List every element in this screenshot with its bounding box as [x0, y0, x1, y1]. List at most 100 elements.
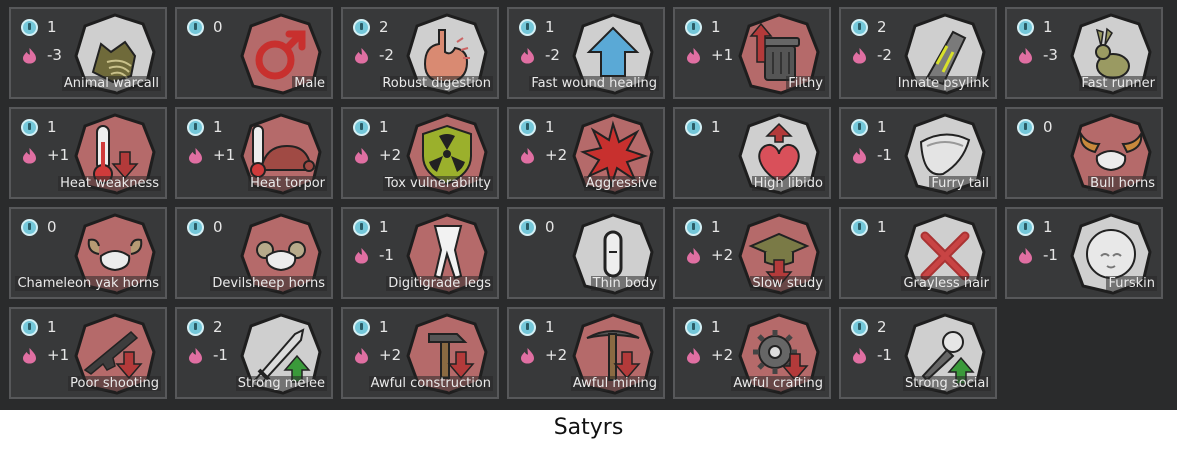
metabolism-flame-icon	[521, 47, 534, 63]
gene-tile[interactable]: 2 -1 Strong melee	[175, 307, 333, 399]
metabolism-flame-icon	[521, 347, 534, 363]
complexity-row: 0	[21, 217, 57, 237]
metabolism-flame-icon	[853, 47, 866, 63]
gene-name-text: Heat weakness	[58, 176, 161, 191]
gene-tile[interactable]: 1 +2 Aggressive	[507, 107, 665, 199]
complexity-icon	[187, 318, 204, 336]
complexity-row: 1	[685, 217, 721, 237]
gene-name: Fast wound healing	[509, 75, 659, 93]
gene-name: Tox vulnerability	[343, 175, 493, 193]
metabolism-row: -3	[21, 45, 62, 65]
gene-name: Innate psylink	[841, 75, 991, 93]
metabolism-flame-icon	[687, 247, 700, 263]
gene-name-text: Awful construction	[368, 376, 493, 391]
metabolism-flame-icon	[355, 347, 368, 363]
metabolism-row: -3	[1017, 45, 1058, 65]
gene-name-text: Robust digestion	[380, 76, 493, 91]
gene-tile[interactable]: 0 Devilsheep horns	[175, 207, 333, 299]
complexity-icon	[851, 218, 868, 236]
gene-tile[interactable]: 1 -3 Animal warcall	[9, 7, 167, 99]
complexity-value: 1	[545, 118, 555, 136]
gene-tile[interactable]: 1 -1 Digitigrade legs	[341, 207, 499, 299]
gene-name: Devilsheep horns	[177, 275, 327, 293]
complexity-row: 1	[21, 317, 57, 337]
gene-tile[interactable]: 1 +2 Awful construction	[341, 307, 499, 399]
metabolism-flame-icon	[1019, 247, 1032, 263]
gene-name-text: Innate psylink	[895, 76, 991, 91]
gene-tile[interactable]: 2 -2 Robust digestion	[341, 7, 499, 99]
complexity-icon	[519, 18, 536, 36]
complexity-icon	[353, 118, 370, 136]
complexity-value: 1	[379, 118, 389, 136]
gene-tile[interactable]: 1 +2 Awful crafting	[673, 307, 831, 399]
complexity-icon	[1017, 218, 1034, 236]
complexity-row: 1	[685, 317, 721, 337]
gene-tile[interactable]: 1 +1 Heat torpor	[175, 107, 333, 199]
gene-tile[interactable]: 0 Thin body	[507, 207, 665, 299]
metabolism-flame-icon	[355, 247, 368, 263]
metabolism-row: +1	[685, 45, 733, 65]
complexity-row: 2	[851, 17, 887, 37]
metabolism-value: +1	[47, 346, 70, 364]
complexity-icon	[187, 18, 204, 36]
metabolism-value: -3	[1043, 46, 1058, 64]
gene-tile[interactable]: 1 -1 Furskin	[1005, 207, 1163, 299]
complexity-row: 1	[353, 217, 389, 237]
gene-tile[interactable]: 1 -2 Fast wound healing	[507, 7, 665, 99]
complexity-row: 2	[851, 317, 887, 337]
complexity-icon	[519, 318, 536, 336]
complexity-icon	[519, 118, 536, 136]
metabolism-value: -1	[877, 346, 892, 364]
gene-name-text: Strong social	[902, 376, 991, 391]
metabolism-row: -1	[851, 345, 892, 365]
gene-name-text: Devilsheep horns	[210, 276, 327, 291]
complexity-icon	[21, 18, 38, 36]
complexity-value: 1	[711, 118, 721, 136]
metabolism-flame-icon	[355, 47, 368, 63]
gene-tile[interactable]: 0 Chameleon yak horns	[9, 207, 167, 299]
complexity-value: 0	[47, 218, 57, 236]
gene-tile[interactable]: 2 -1 Strong social	[839, 307, 997, 399]
gene-tile[interactable]: 1 -1 Furry tail	[839, 107, 997, 199]
metabolism-value: +2	[711, 346, 734, 364]
complexity-icon	[851, 18, 868, 36]
gene-tile[interactable]: 1 +2 Slow study	[673, 207, 831, 299]
gene-tile[interactable]: 1 Grayless hair	[839, 207, 997, 299]
gene-tile[interactable]: 2 -2 Innate psylink	[839, 7, 997, 99]
gene-name-text: Tox vulnerability	[382, 176, 493, 191]
gene-name: Poor shooting	[11, 375, 161, 393]
gene-tile[interactable]: 0 Bull horns	[1005, 107, 1163, 199]
gene-name: Male	[177, 75, 327, 93]
metabolism-value: -1	[213, 346, 228, 364]
gene-name-text: Furry tail	[929, 176, 991, 191]
gene-tile[interactable]: 1 +1 Filthy	[673, 7, 831, 99]
gene-name-text: Poor shooting	[68, 376, 161, 391]
metabolism-row: -1	[187, 345, 228, 365]
gene-tile[interactable]: 1 +1 Poor shooting	[9, 307, 167, 399]
complexity-row: 1	[353, 317, 389, 337]
complexity-icon	[519, 218, 536, 236]
metabolism-value: -2	[877, 46, 892, 64]
gene-tile[interactable]: 1 +2 Awful mining	[507, 307, 665, 399]
complexity-row: 1	[21, 117, 57, 137]
gene-tile[interactable]: 1 -3 Fast runner	[1005, 7, 1163, 99]
complexity-icon	[685, 18, 702, 36]
metabolism-flame-icon	[1019, 47, 1032, 63]
complexity-row: 1	[1017, 217, 1053, 237]
complexity-value: 1	[47, 318, 57, 336]
complexity-row: 1	[519, 17, 555, 37]
complexity-icon	[21, 318, 38, 336]
gene-tile[interactable]: 1 High libido	[673, 107, 831, 199]
complexity-value: 1	[711, 318, 721, 336]
complexity-row: 1	[685, 117, 721, 137]
metabolism-flame-icon	[853, 147, 866, 163]
gene-tile[interactable]: 1 +1 Heat weakness	[9, 107, 167, 199]
gene-tile[interactable]: 0 Male	[175, 7, 333, 99]
complexity-value: 1	[1043, 18, 1053, 36]
gene-name: Awful crafting	[675, 375, 825, 393]
gene-tile[interactable]: 1 +2 Tox vulnerability	[341, 107, 499, 199]
gene-name-text: Grayless hair	[901, 276, 991, 291]
gene-name-text: Fast wound healing	[529, 76, 659, 91]
gene-name-text: Bull horns	[1088, 176, 1157, 191]
gene-name-text: Chameleon yak horns	[15, 276, 161, 291]
